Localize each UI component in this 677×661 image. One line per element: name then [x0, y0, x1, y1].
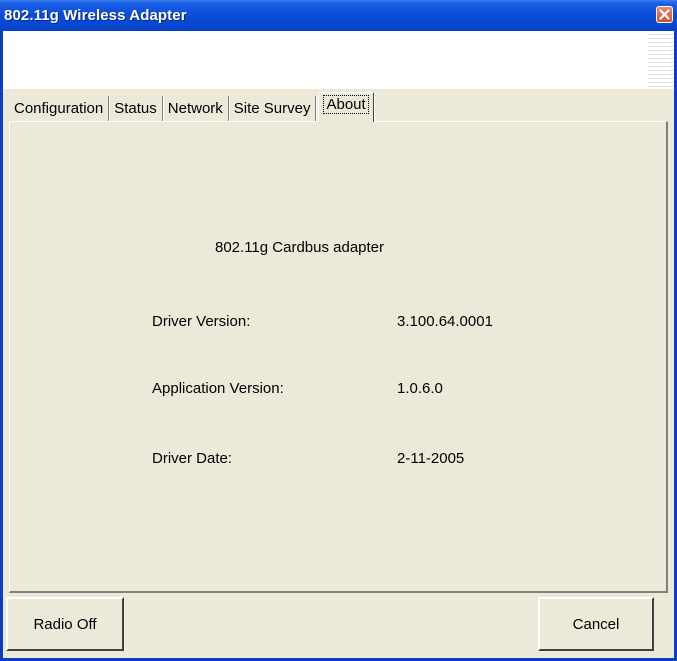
- tab-network[interactable]: Network: [163, 96, 229, 122]
- dialog-window: 802.11g Wireless Adapter Configuration S…: [0, 0, 677, 661]
- button-bar: Radio Off Cancel: [3, 594, 674, 658]
- driver-date-value: 2-11-2005: [397, 450, 465, 467]
- about-panel: 802.11g Cardbus adapter Driver Version: …: [9, 121, 668, 593]
- window-title: 802.11g Wireless Adapter: [4, 7, 187, 24]
- close-icon: [659, 9, 670, 20]
- tab-about-label: About: [323, 95, 369, 114]
- radio-off-button[interactable]: Radio Off: [6, 597, 124, 651]
- tab-about[interactable]: About: [318, 92, 374, 122]
- close-button[interactable]: [656, 6, 673, 23]
- title-bar[interactable]: 802.11g Wireless Adapter: [0, 0, 677, 31]
- header-banner: [3, 31, 674, 89]
- banner-decoration: [648, 31, 674, 89]
- tab-configuration[interactable]: Configuration: [9, 96, 110, 122]
- driver-version-label: Driver Version:: [152, 313, 251, 330]
- driver-version-value: 3.100.64.0001: [397, 313, 493, 330]
- tab-site-survey[interactable]: Site Survey: [229, 96, 317, 122]
- application-version-value: 1.0.6.0: [397, 380, 443, 397]
- driver-date-label: Driver Date:: [152, 450, 233, 467]
- tab-bar: Configuration Status Network Site Survey…: [9, 92, 374, 122]
- product-name: 802.11g Cardbus adapter: [215, 239, 385, 256]
- tab-status[interactable]: Status: [109, 96, 163, 122]
- application-version-label: Application Version:: [152, 380, 284, 397]
- cancel-button[interactable]: Cancel: [538, 597, 654, 651]
